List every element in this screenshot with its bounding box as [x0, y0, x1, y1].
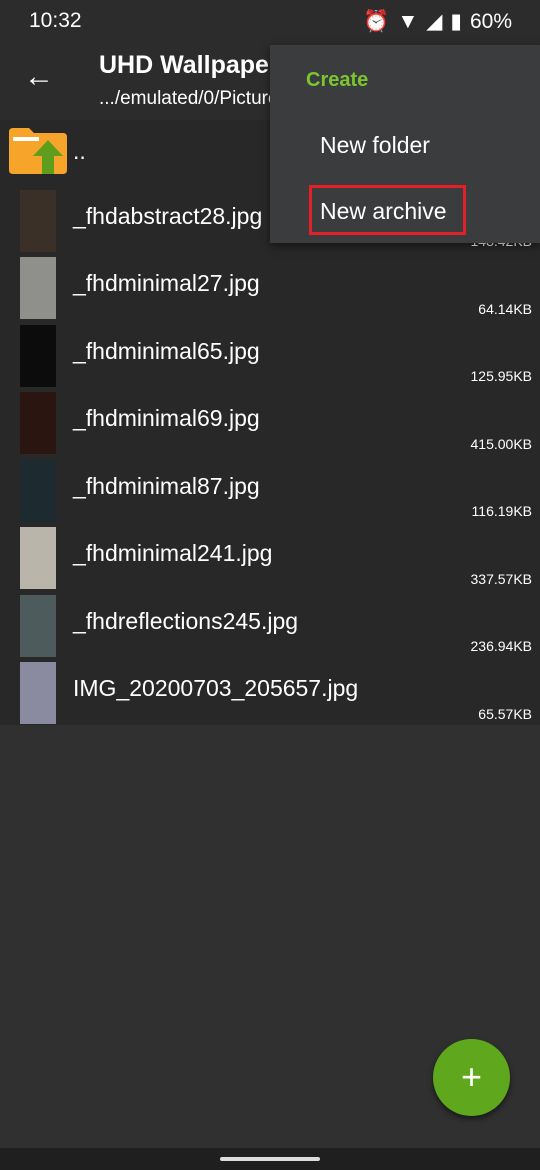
- highlight-box: [309, 185, 466, 235]
- file-name: _fhdreflections245.jpg: [73, 607, 299, 634]
- thumbnail-image: [20, 257, 56, 319]
- file-size: 337.57KB: [470, 570, 533, 587]
- back-arrow-icon[interactable]: ←: [24, 62, 54, 92]
- folder-path: .../emulated/0/Pictures: [99, 88, 289, 109]
- file-row[interactable]: _fhdminimal69.jpg 415.00KB: [0, 390, 540, 458]
- battery-icon: ▮: [450, 10, 462, 33]
- file-row[interactable]: _fhdminimal65.jpg 125.95KB: [0, 323, 540, 391]
- add-button[interactable]: +: [433, 1039, 510, 1116]
- thumbnail-image: [20, 392, 56, 454]
- file-row[interactable]: _fhdminimal27.jpg 64.14KB: [0, 255, 540, 323]
- menu-item-new-folder[interactable]: New folder: [320, 132, 430, 159]
- navigation-bar: [0, 1148, 540, 1170]
- file-name: IMG_20200703_205657.jpg: [73, 675, 359, 701]
- file-row[interactable]: _fhdminimal241.jpg 337.57KB: [0, 525, 540, 593]
- file-name: _fhdminimal241.jpg: [73, 540, 273, 566]
- file-name: _fhdabstract28.jpg: [73, 202, 263, 229]
- alarm-icon: ⏰: [363, 9, 390, 33]
- file-row[interactable]: IMG_20200703_205657.jpg 65.57KB: [0, 660, 540, 728]
- file-size: 415.00KB: [470, 435, 533, 452]
- file-size: 125.95KB: [470, 368, 533, 384]
- file-name: _fhdminimal87.jpg: [73, 472, 260, 499]
- menu-header: Create: [306, 69, 369, 91]
- file-size: 236.94KB: [470, 638, 533, 654]
- file-name: _fhdminimal27.jpg: [73, 270, 260, 296]
- thumbnail-image: [20, 594, 56, 657]
- thumbnail-image: [20, 662, 56, 724]
- signal-icon: ◢: [426, 10, 443, 33]
- thumbnail-image: [20, 189, 56, 252]
- file-size: 64.14KB: [478, 300, 532, 317]
- thumbnail-image: [20, 324, 56, 387]
- clock: 10:32: [29, 9, 82, 32]
- home-handle[interactable]: [220, 1157, 320, 1161]
- file-size: 116.19KB: [471, 503, 532, 519]
- parent-folder-label: ..: [73, 138, 86, 164]
- status-bar: 10:32 ⏰ ▼ ◢ ▮ 60%: [0, 0, 540, 42]
- file-row[interactable]: _fhdreflections245.jpg 236.94KB: [0, 593, 540, 661]
- file-row[interactable]: _fhdminimal87.jpg 116.19KB: [0, 458, 540, 526]
- folder-up-icon: [9, 128, 67, 174]
- battery-level: 60%: [469, 9, 512, 33]
- wifi-icon: ▼: [397, 9, 419, 33]
- file-name: _fhdminimal65.jpg: [73, 337, 260, 364]
- create-menu: Create New folder New archive: [270, 45, 540, 243]
- folder-title: UHD Wallpapers: [99, 51, 293, 79]
- file-size: 65.57KB: [478, 705, 532, 722]
- thumbnail-image: [20, 527, 56, 589]
- file-name: _fhdminimal69.jpg: [73, 405, 260, 431]
- thumbnail-image: [20, 459, 56, 522]
